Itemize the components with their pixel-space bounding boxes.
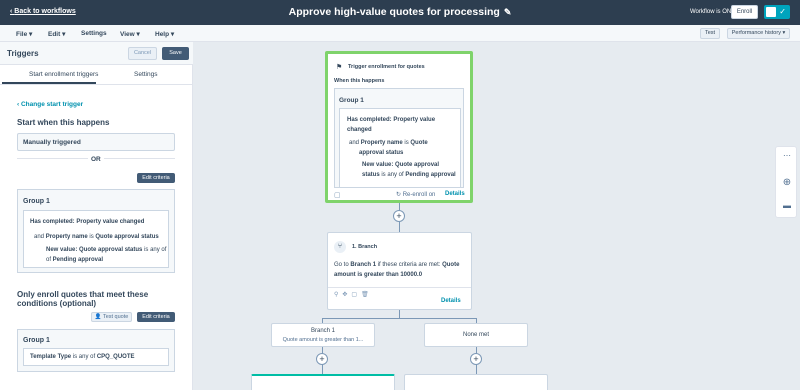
cancel-button[interactable]: Cancel — [128, 47, 157, 60]
edit-criteria-button-2[interactable]: Edit criteria — [137, 312, 175, 322]
trigger-card-group-title: Group 1 — [339, 97, 364, 104]
branch-card-title: 1. Branch — [352, 244, 378, 250]
conditions-heading: Only enroll quotes that meet these condi… — [17, 290, 149, 308]
menu-file[interactable]: File ▾ — [16, 30, 32, 38]
comment-icon[interactable]: ▬ — [776, 201, 798, 210]
panel-title: Triggers — [7, 49, 39, 58]
workflow-status: Workflow is ON — [690, 9, 732, 15]
workflow-toggle[interactable]: ✓ — [764, 5, 790, 19]
trigger-criteria-line-1: Has completed: Property value changed — [347, 117, 436, 133]
triggers-panel: Triggers Cancel Save Start enrollment tr… — [0, 42, 193, 390]
next-action-card-2[interactable] — [404, 374, 548, 390]
branch-1-box[interactable]: Branch 1 Quote amount is greater than 1.… — [271, 323, 375, 347]
criteria-line-2: and Property name is Quote approval stat… — [34, 234, 159, 240]
copy-icon[interactable]: ▢ — [334, 191, 341, 199]
branch-action-card[interactable]: ⑂ 1. Branch Go to Branch 1 if these crit… — [327, 232, 472, 310]
tab-start-enrollment-triggers[interactable]: Start enrollment triggers — [29, 71, 98, 78]
flag-icon: ⚑ — [336, 64, 343, 71]
pencil-icon[interactable]: ✎ — [504, 7, 512, 17]
trigger-details-link[interactable]: Details — [445, 191, 465, 197]
criteria-box: Has completed: Property value changed an… — [23, 210, 169, 268]
next-action-card-1[interactable] — [251, 374, 395, 390]
zoom-in-icon[interactable]: ⊕ — [776, 177, 798, 188]
none-met-box[interactable]: None met — [424, 323, 528, 347]
criteria-line-1: Has completed: Property value changed — [30, 219, 145, 225]
condition-line: Template Type is any of CPQ_QUOTE — [30, 354, 135, 360]
menu-view[interactable]: View ▾ — [120, 30, 140, 38]
branch-1-title: Branch 1 — [310, 328, 335, 334]
save-button[interactable]: Save — [162, 47, 189, 60]
add-action-button[interactable]: + — [393, 210, 405, 222]
tab-settings[interactable]: Settings — [134, 71, 158, 78]
branch-icon: ⑂ — [334, 241, 346, 253]
top-bar: ‹ Back to workflows Approve high-value q… — [0, 0, 800, 25]
toggle-knob — [766, 7, 776, 17]
test-quote-button[interactable]: 👤 Test quote — [91, 312, 132, 322]
workflow-title-text: Approve high-value quotes for processing — [288, 6, 500, 18]
trigger-card-group: Group 1 Has completed: Property value ch… — [334, 88, 464, 188]
divider — [328, 287, 471, 288]
none-met-title: None met — [462, 332, 489, 338]
change-start-trigger-link[interactable]: ‹ Change start trigger — [17, 101, 83, 108]
panel-header: Triggers Cancel Save — [0, 42, 193, 65]
connector — [322, 318, 477, 319]
card-tools-icons[interactable]: ⚲✥▢🗑 — [334, 291, 373, 298]
trigger-criteria-line-3: New value: Quote approval status is any … — [362, 162, 456, 178]
or-label: OR — [88, 156, 104, 163]
criteria-line-3: New value: Quote approval status is any … — [46, 247, 167, 263]
edit-criteria-button[interactable]: Edit criteria — [137, 173, 175, 183]
active-tab-indicator — [2, 82, 96, 84]
trigger-card-criteria: Has completed: Property value changed an… — [339, 108, 461, 187]
menu-help[interactable]: Help ▾ — [155, 30, 174, 38]
workflow-title[interactable]: Approve high-value quotes for processing… — [0, 6, 800, 18]
grid-icon[interactable]: ⋯ — [776, 151, 798, 160]
branch-card-text: Go to Branch 1 if these criteria are met… — [334, 262, 460, 278]
conditions-criteria-box: Template Type is any of CPQ_QUOTE — [23, 348, 169, 366]
conditions-group: Group 1 Template Type is any of CPQ_QUOT… — [17, 329, 175, 372]
performance-history-button[interactable]: Performance history ▾ — [727, 28, 790, 39]
trigger-group: Group 1 Has completed: Property value ch… — [17, 189, 175, 273]
menu-bar: File ▾ Edit ▾ Settings View ▾ Help ▾ Tes… — [0, 25, 800, 42]
add-action-button-branch-1[interactable]: + — [316, 353, 328, 365]
enroll-button[interactable]: Enroll — [731, 5, 758, 19]
menu-settings[interactable]: Settings — [81, 30, 107, 37]
connector — [399, 310, 400, 318]
group-title-2: Group 1 — [23, 337, 50, 344]
branch-1-subtitle: Quote amount is greater than 1... — [282, 337, 364, 343]
canvas-tools: ⋯ ⊕ ▬ — [775, 146, 797, 218]
reenroll-label[interactable]: ↻ Re-enroll on — [396, 191, 435, 198]
group-title: Group 1 — [23, 198, 50, 205]
trigger-card[interactable]: ⚑ Trigger enrollment for quotes When thi… — [325, 51, 473, 203]
add-action-button-none-met[interactable]: + — [470, 353, 482, 365]
workflow-canvas[interactable]: ⚑ Trigger enrollment for quotes When thi… — [194, 42, 800, 390]
branch-details-link[interactable]: Details — [441, 298, 461, 304]
trigger-card-title: Trigger enrollment for quotes — [348, 64, 425, 70]
start-heading: Start when this happens — [17, 118, 110, 127]
test-button[interactable]: Test — [700, 28, 720, 39]
trigger-card-subtitle: When this happens — [334, 78, 385, 84]
check-icon: ✓ — [779, 7, 786, 16]
trigger-type-field[interactable]: Manually triggered — [17, 133, 175, 151]
menu-edit[interactable]: Edit ▾ — [48, 30, 65, 38]
trigger-criteria-line-2: and Property name is Quote approval stat… — [349, 140, 428, 156]
